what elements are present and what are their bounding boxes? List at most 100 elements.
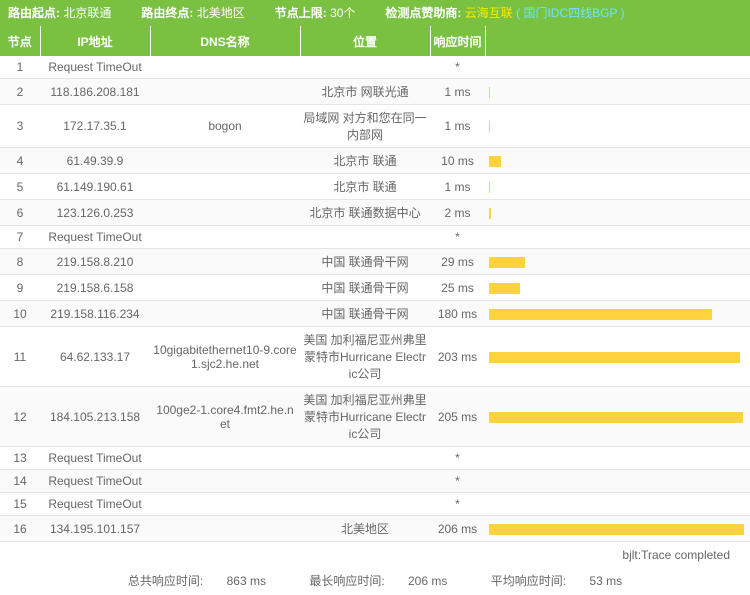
latency-bar bbox=[489, 156, 501, 167]
cell-dns bbox=[150, 470, 300, 493]
node-limit: 节点上限: 30个 bbox=[275, 0, 356, 26]
cell-latency: 1 ms bbox=[430, 105, 485, 148]
cell-dns: 100ge2-1.core4.fmt2.he.net bbox=[150, 387, 300, 447]
cell-location bbox=[300, 56, 430, 79]
cell-node: 10 bbox=[0, 301, 40, 327]
cell-location: 中国 联通骨干网 bbox=[300, 249, 430, 275]
summary-total: 总共响应时间: 863 ms bbox=[118, 574, 279, 588]
cell-latency: * bbox=[430, 470, 485, 493]
cell-bar bbox=[485, 516, 750, 542]
latency-bar bbox=[489, 208, 491, 219]
cell-latency: 206 ms bbox=[430, 516, 485, 542]
col-ip: IP地址 bbox=[40, 26, 150, 56]
cell-node: 11 bbox=[0, 327, 40, 387]
cell-bar bbox=[485, 79, 750, 105]
table-row: 461.49.39.9北京市 联通10 ms bbox=[0, 148, 750, 174]
cell-latency: * bbox=[430, 56, 485, 79]
limit-value: 30个 bbox=[330, 6, 355, 20]
end-value: 北美地区 bbox=[197, 6, 245, 20]
cell-location: 北京市 联通数据中心 bbox=[300, 200, 430, 226]
cell-node: 4 bbox=[0, 148, 40, 174]
cell-bar bbox=[485, 493, 750, 516]
sponsor-link[interactable]: 云海互联 bbox=[465, 6, 513, 20]
cell-location bbox=[300, 447, 430, 470]
cell-dns bbox=[150, 301, 300, 327]
latency-bar bbox=[489, 257, 525, 268]
limit-label: 节点上限: bbox=[275, 6, 327, 20]
cell-latency: * bbox=[430, 226, 485, 249]
cell-bar bbox=[485, 226, 750, 249]
cell-ip: 61.149.190.61 bbox=[40, 174, 150, 200]
table-row: 8219.158.8.210中国 联通骨干网29 ms bbox=[0, 249, 750, 275]
cell-node: 16 bbox=[0, 516, 40, 542]
cell-ip: 123.126.0.253 bbox=[40, 200, 150, 226]
table-row: 1Request TimeOut* bbox=[0, 56, 750, 79]
table-row: 14Request TimeOut* bbox=[0, 470, 750, 493]
col-dns: DNS名称 bbox=[150, 26, 300, 56]
cell-latency: 25 ms bbox=[430, 275, 485, 301]
cell-dns bbox=[150, 275, 300, 301]
info-bar: 路由起点: 北京联通 路由终点: 北美地区 节点上限: 30个 检测点赞助商: … bbox=[0, 0, 750, 26]
cell-location: 北京市 联通 bbox=[300, 174, 430, 200]
cell-latency: 205 ms bbox=[430, 387, 485, 447]
cell-node: 2 bbox=[0, 79, 40, 105]
cell-location: 北京市 网联光通 bbox=[300, 79, 430, 105]
sponsor-sub: ( 国门IDC四线BGP ) bbox=[516, 6, 624, 20]
cell-ip: 118.186.208.181 bbox=[40, 79, 150, 105]
col-node: 节点 bbox=[0, 26, 40, 56]
cell-dns bbox=[150, 516, 300, 542]
col-location: 位置 bbox=[300, 26, 430, 56]
cell-dns bbox=[150, 200, 300, 226]
cell-ip: 219.158.116.234 bbox=[40, 301, 150, 327]
cell-node: 8 bbox=[0, 249, 40, 275]
cell-location: 中国 联通骨干网 bbox=[300, 301, 430, 327]
table-row: 15Request TimeOut* bbox=[0, 493, 750, 516]
cell-bar bbox=[485, 174, 750, 200]
cell-node: 3 bbox=[0, 105, 40, 148]
latency-bar bbox=[489, 182, 490, 193]
cell-location: 北京市 联通 bbox=[300, 148, 430, 174]
cell-ip: Request TimeOut bbox=[40, 226, 150, 249]
cell-node: 15 bbox=[0, 493, 40, 516]
table-row: 561.149.190.61 北京市 联通1 ms bbox=[0, 174, 750, 200]
table-row: 3172.17.35.1bogon局域网 对方和您在同一内部网1 ms bbox=[0, 105, 750, 148]
trace-status: bjlt:Trace completed bbox=[0, 542, 750, 566]
cell-location: 北美地区 bbox=[300, 516, 430, 542]
start-value: 北京联通 bbox=[63, 6, 111, 20]
cell-latency: * bbox=[430, 447, 485, 470]
sponsor: 检测点赞助商: 云海互联 ( 国门IDC四线BGP ) bbox=[385, 0, 624, 26]
table-row: 6123.126.0.253北京市 联通数据中心2 ms bbox=[0, 200, 750, 226]
table-row: 2118.186.208.181北京市 网联光通1 ms bbox=[0, 79, 750, 105]
cell-dns bbox=[150, 249, 300, 275]
cell-location bbox=[300, 493, 430, 516]
table-row: 1164.62.133.1710gigabitethernet10-9.core… bbox=[0, 327, 750, 387]
cell-location: 局域网 对方和您在同一内部网 bbox=[300, 105, 430, 148]
table-row: 16134.195.101.157北美地区206 ms bbox=[0, 516, 750, 542]
col-bar bbox=[485, 26, 750, 56]
cell-dns bbox=[150, 79, 300, 105]
cell-node: 9 bbox=[0, 275, 40, 301]
cell-latency: 10 ms bbox=[430, 148, 485, 174]
cell-bar bbox=[485, 200, 750, 226]
cell-ip: Request TimeOut bbox=[40, 470, 150, 493]
cell-bar bbox=[485, 301, 750, 327]
cell-node: 5 bbox=[0, 174, 40, 200]
cell-dns bbox=[150, 148, 300, 174]
table-row: 10219.158.116.234中国 联通骨干网180 ms bbox=[0, 301, 750, 327]
table-row: 9219.158.6.158中国 联通骨干网25 ms bbox=[0, 275, 750, 301]
cell-bar bbox=[485, 249, 750, 275]
cell-latency: 1 ms bbox=[430, 174, 485, 200]
cell-location bbox=[300, 226, 430, 249]
table-row: 12184.105.213.158100ge2-1.core4.fmt2.he.… bbox=[0, 387, 750, 447]
cell-bar bbox=[485, 56, 750, 79]
table-row: 13Request TimeOut* bbox=[0, 447, 750, 470]
end-label: 路由终点: bbox=[141, 6, 193, 20]
cell-location: 美国 加利福尼亚州弗里蒙特市Hurricane Electric公司 bbox=[300, 327, 430, 387]
cell-ip: 219.158.6.158 bbox=[40, 275, 150, 301]
sponsor-label: 检测点赞助商: bbox=[385, 6, 461, 20]
latency-bar bbox=[489, 524, 744, 535]
cell-ip: 172.17.35.1 bbox=[40, 105, 150, 148]
cell-latency: 2 ms bbox=[430, 200, 485, 226]
cell-dns bbox=[150, 447, 300, 470]
latency-bar bbox=[489, 87, 490, 98]
